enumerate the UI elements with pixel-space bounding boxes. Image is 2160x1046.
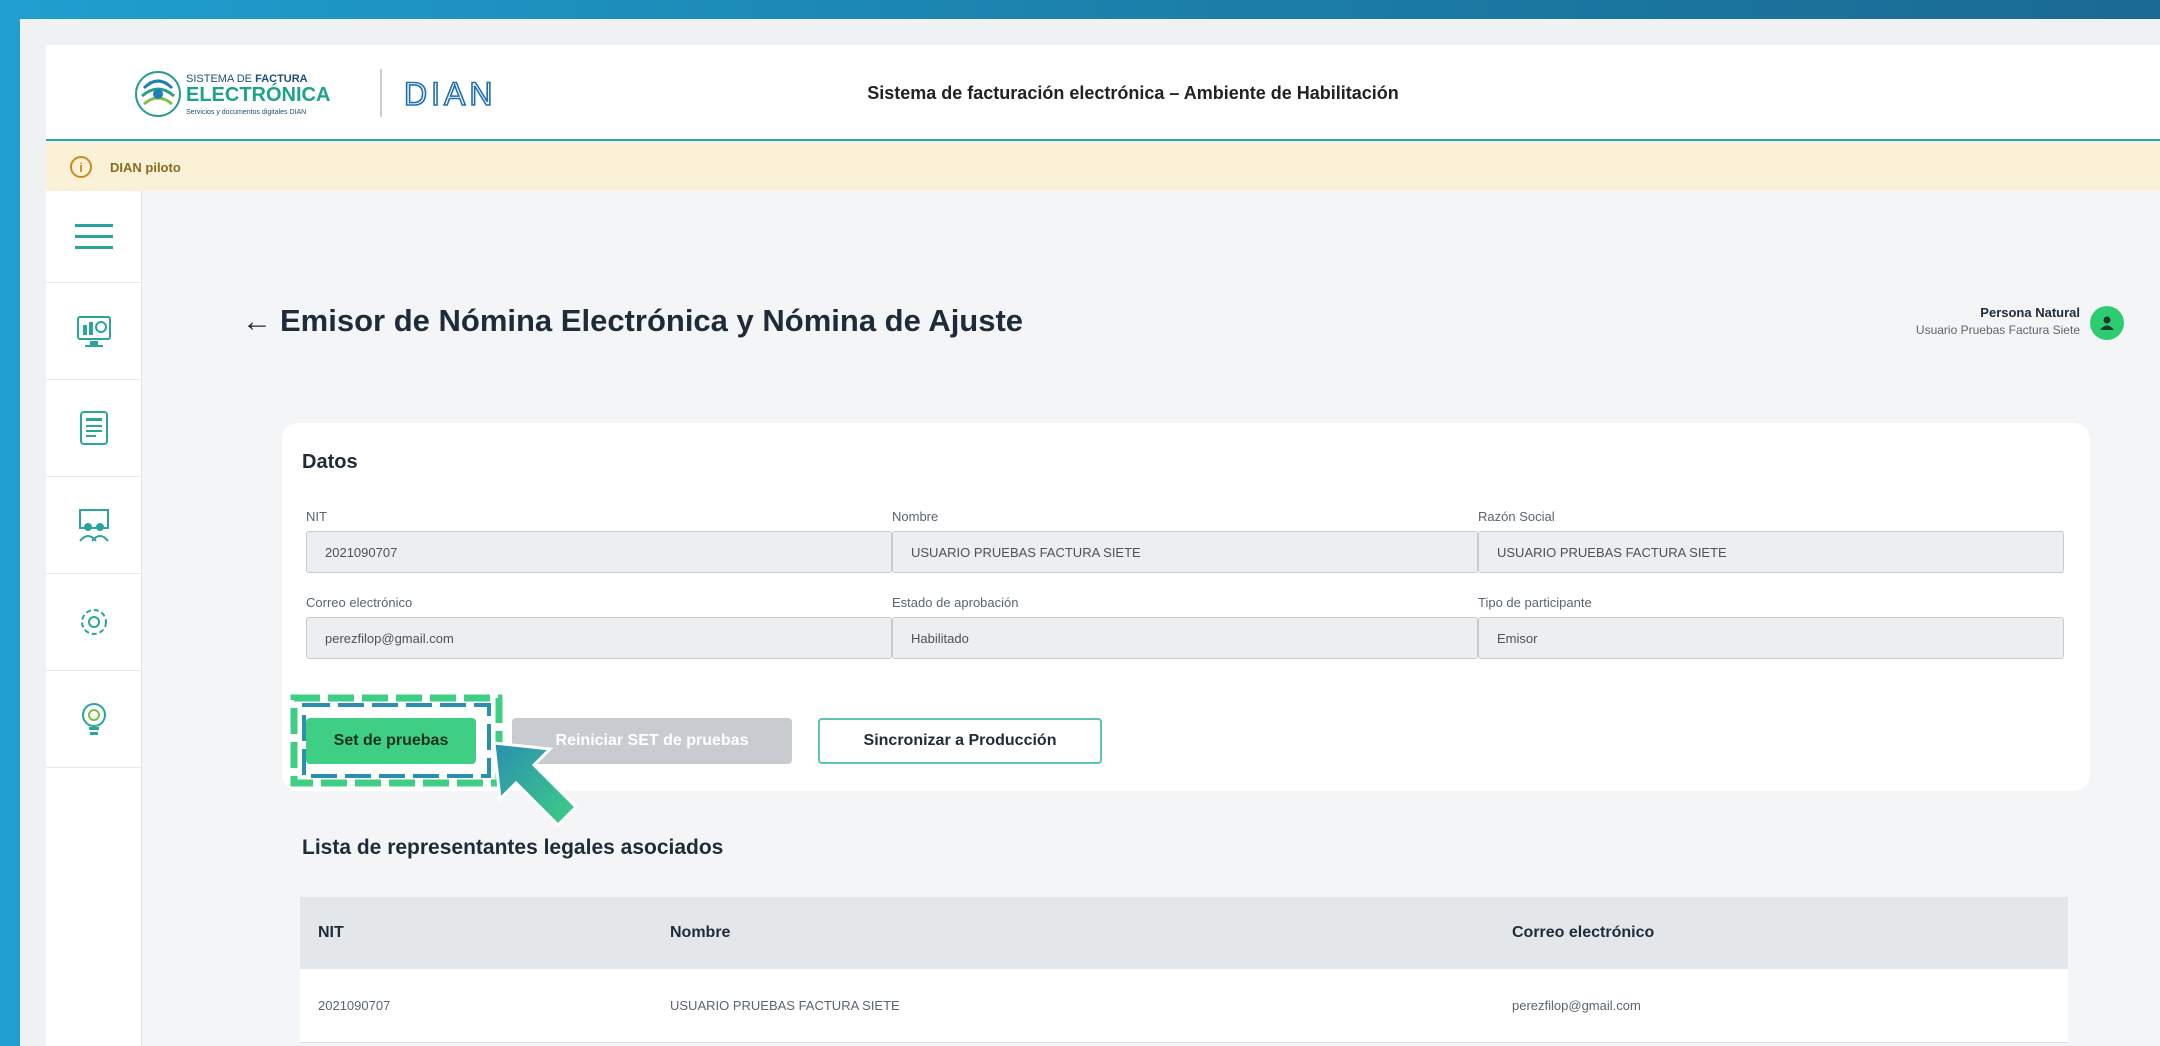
datos-card: Datos NIT 2021090707 Nombre USUARIO PRUE… bbox=[282, 423, 2090, 828]
info-icon: i bbox=[70, 156, 92, 178]
user-name: Usuario Pruebas Factura Siete bbox=[1915, 323, 2080, 337]
app-window: SISTEMA DE FACTURA ELECTRÓNICA Servicios… bbox=[46, 45, 2160, 1046]
sidebar-item-documents[interactable] bbox=[46, 380, 141, 477]
user-role: Persona Natural bbox=[1980, 305, 2080, 320]
notice-text: DIAN piloto bbox=[110, 159, 181, 175]
lightbulb-icon bbox=[81, 703, 106, 735]
field-estado: Estado de aprobación Habilitado bbox=[892, 595, 1478, 659]
razon-social-input[interactable]: USUARIO PRUEBAS FACTURA SIETE bbox=[1478, 531, 2064, 573]
cell-nit: 2021090707 bbox=[318, 998, 391, 1013]
sidebar-item-ideas[interactable] bbox=[46, 671, 141, 768]
main-content: ← Emisor de Nómina Electrónica y Nómina … bbox=[142, 191, 2160, 1046]
sidebar-item-participants[interactable] bbox=[46, 477, 141, 574]
set-de-pruebas-button[interactable]: Set de pruebas bbox=[306, 718, 476, 764]
estado-input[interactable]: Habilitado bbox=[892, 617, 1478, 659]
column-header-nombre: Nombre bbox=[670, 924, 731, 941]
representantes-title: Lista de representantes legales asociado… bbox=[302, 836, 724, 859]
menu-icon bbox=[74, 223, 113, 249]
document-icon bbox=[79, 411, 108, 445]
field-nombre: Nombre USUARIO PRUEBAS FACTURA SIETE bbox=[892, 509, 1478, 573]
tipo-participante-input[interactable]: Emisor bbox=[1478, 617, 2064, 659]
sidebar-menu-toggle[interactable] bbox=[46, 191, 141, 283]
sidebar bbox=[46, 191, 142, 1046]
field-label: Nombre bbox=[892, 509, 939, 524]
header-title: Sistema de facturación electrónica – Amb… bbox=[867, 82, 1399, 103]
field-label: Razón Social bbox=[1478, 509, 1555, 524]
table-row[interactable]: 2021090707 USUARIO PRUEBAS FACTURA SIETE… bbox=[300, 969, 2068, 1043]
sincronizar-produccion-button[interactable]: Sincronizar a Producción bbox=[818, 718, 1102, 764]
app-frame: SISTEMA DE FACTURA ELECTRÓNICA Servicios… bbox=[20, 19, 2160, 1046]
settings-icon bbox=[80, 609, 107, 635]
cell-correo: perezfilop@gmail.com bbox=[1512, 998, 1641, 1013]
sidebar-item-settings[interactable] bbox=[46, 574, 141, 671]
people-icon bbox=[78, 509, 109, 542]
field-correo: Correo electrónico perezfilop@gmail.com bbox=[306, 595, 892, 659]
column-header-nit: NIT bbox=[318, 924, 344, 941]
nit-input[interactable]: 2021090707 bbox=[306, 531, 892, 573]
cell-nombre: USUARIO PRUEBAS FACTURA SIETE bbox=[670, 998, 900, 1013]
avatar[interactable] bbox=[2090, 306, 2124, 340]
page-title: Emisor de Nómina Electrónica y Nómina de… bbox=[280, 303, 1024, 338]
pilot-notice-bar: i DIAN piloto bbox=[46, 143, 2160, 191]
field-nit: NIT 2021090707 bbox=[306, 509, 892, 573]
back-arrow-icon[interactable]: ← bbox=[242, 305, 272, 339]
nombre-input[interactable]: USUARIO PRUEBAS FACTURA SIETE bbox=[892, 531, 1478, 573]
user-icon bbox=[2100, 316, 2114, 330]
field-label: Correo electrónico bbox=[306, 595, 413, 610]
top-header: SISTEMA DE FACTURA ELECTRÓNICA Servicios… bbox=[46, 45, 2160, 141]
field-label: Tipo de participante bbox=[1478, 595, 1592, 610]
user-info: Persona Natural Usuario Pruebas Factura … bbox=[1916, 305, 2080, 337]
field-label: Estado de aprobación bbox=[892, 595, 1019, 610]
field-tipo-participante: Tipo de participante Emisor bbox=[1478, 595, 2064, 659]
datos-title: Datos bbox=[302, 451, 358, 473]
field-razon-social: Razón Social USUARIO PRUEBAS FACTURA SIE… bbox=[1478, 509, 2064, 573]
column-header-correo: Correo electrónico bbox=[1512, 924, 1655, 941]
dashboard-icon bbox=[76, 316, 111, 347]
field-label: NIT bbox=[306, 509, 327, 524]
correo-input[interactable]: perezfilop@gmail.com bbox=[306, 617, 892, 659]
table-header: NIT Nombre Correo electrónico bbox=[300, 897, 2068, 969]
sidebar-item-dashboard[interactable] bbox=[46, 283, 141, 380]
representantes-table: NIT Nombre Correo electrónico 2021090707… bbox=[300, 897, 2068, 1043]
pointer-arrow-icon bbox=[492, 741, 579, 828]
